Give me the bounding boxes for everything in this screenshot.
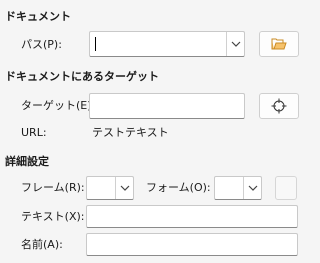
chevron-down-icon <box>248 185 257 191</box>
target-label: ターゲット(E): <box>21 99 96 112</box>
text-field[interactable] <box>86 205 298 228</box>
name-field[interactable] <box>86 233 298 256</box>
frame-combobox[interactable] <box>86 176 134 200</box>
text-label: テキスト(X): <box>21 210 85 223</box>
form-label: フォーム(O): <box>146 181 211 194</box>
chevron-down-icon <box>120 185 129 191</box>
form-dropdown-button[interactable] <box>243 177 261 199</box>
crosshair-target-icon <box>271 98 287 114</box>
open-file-button[interactable] <box>259 31 299 57</box>
chevron-down-icon <box>231 41 240 47</box>
target-field[interactable] <box>89 93 245 119</box>
document-heading: ドキュメント <box>5 10 71 23</box>
url-label: URL: <box>21 126 47 139</box>
form-combobox[interactable] <box>214 176 262 200</box>
path-label: パス(P): <box>21 38 62 51</box>
target-in-document-button[interactable] <box>259 93 299 119</box>
name-label: 名前(A): <box>21 238 63 251</box>
further-settings-heading: 詳細設定 <box>5 155 49 168</box>
folder-open-icon <box>271 38 287 49</box>
text-caret <box>95 37 96 51</box>
url-value: テストテキスト <box>92 126 169 139</box>
events-button[interactable] <box>275 176 297 200</box>
target-in-document-heading: ドキュメントにあるターゲット <box>5 70 159 83</box>
frame-label: フレーム(R): <box>21 181 85 194</box>
path-combobox[interactable] <box>89 31 245 57</box>
frame-dropdown-button[interactable] <box>115 177 133 199</box>
path-dropdown-button[interactable] <box>226 32 244 56</box>
